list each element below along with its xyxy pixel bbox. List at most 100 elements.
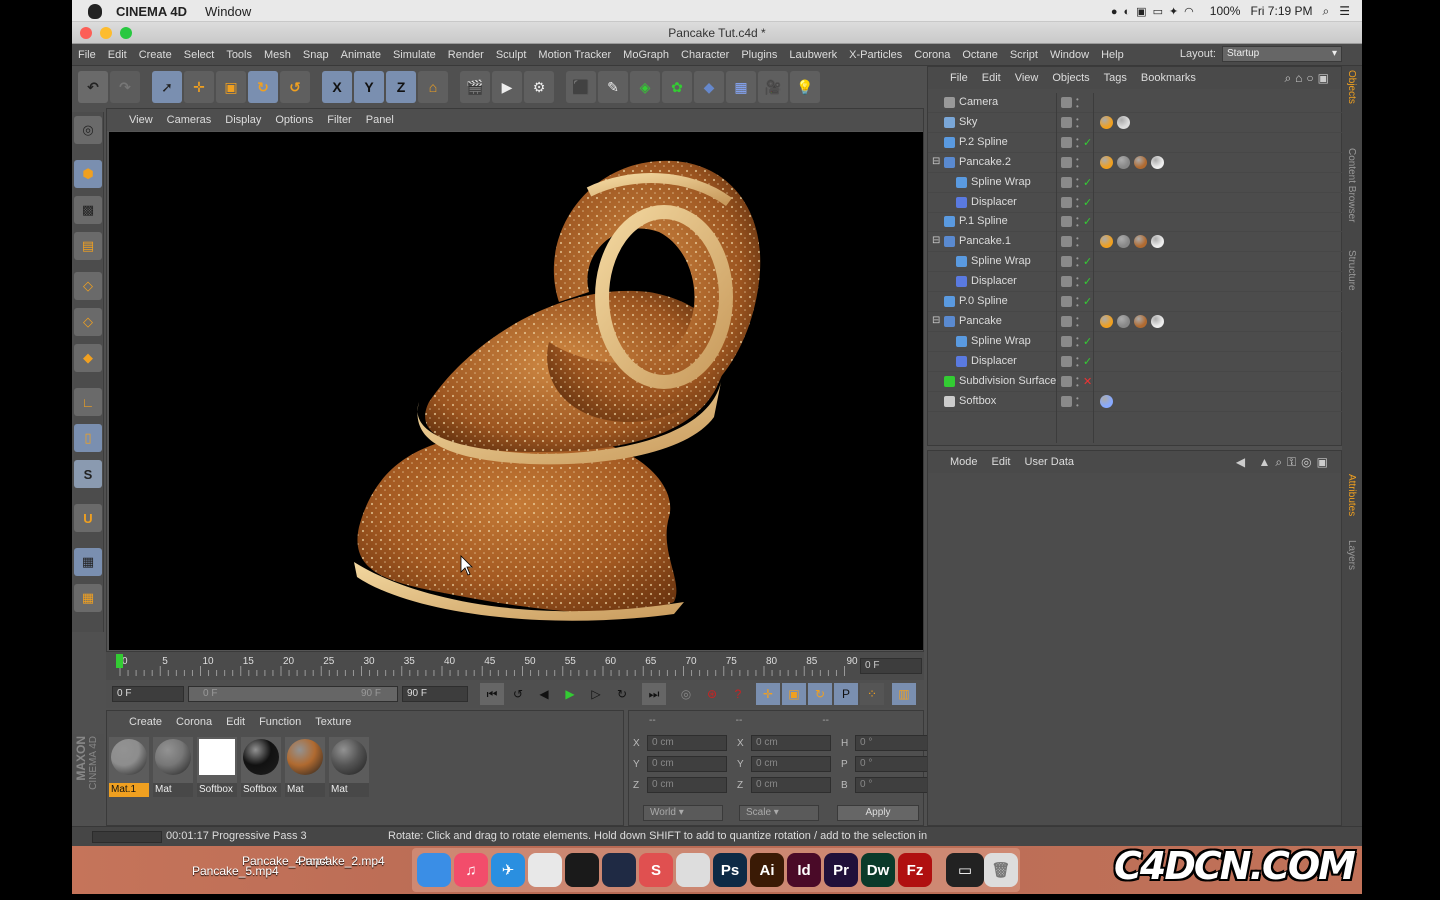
enabled-check-icon[interactable]: ✓	[1083, 136, 1092, 149]
object-row[interactable]: Displacer • • ✓	[928, 193, 1343, 213]
attribute-menu-edit[interactable]: Edit	[992, 456, 1011, 468]
end-frame-field[interactable]: 90 F	[402, 686, 468, 702]
axis-mode-icon[interactable]: ∟	[74, 388, 102, 416]
object-menu-tags[interactable]: Tags	[1104, 72, 1127, 84]
object-row[interactable]: Pancake • • ⊟	[928, 312, 1343, 332]
enabled-check-icon[interactable]: ✓	[1083, 196, 1092, 209]
object-tag-icon[interactable]	[1151, 235, 1164, 249]
apply-button[interactable]: Apply	[837, 805, 919, 821]
dock-file-2[interactable]: Pancake_2.mp4	[298, 854, 385, 868]
visibility-dots[interactable]: • •	[1076, 155, 1079, 170]
enabled-check-icon[interactable]: ✓	[1083, 355, 1092, 368]
expand-toggle-icon[interactable]: ⊟	[932, 315, 940, 326]
object-menu-bookmarks[interactable]: Bookmarks	[1141, 72, 1196, 84]
make-editable-icon[interactable]: ◎	[74, 116, 102, 144]
attribute-manager-tools[interactable]: ◀ ▲⌕⚿◎▣	[1236, 455, 1333, 470]
enabled-check-icon[interactable]: ✓	[1083, 255, 1092, 268]
visibility-dots[interactable]: • •	[1076, 394, 1079, 409]
floor-icon[interactable]: ▦	[726, 71, 756, 103]
viewport-menu-filter[interactable]: Filter	[327, 114, 351, 126]
notification-icon[interactable]: ☰	[1339, 4, 1350, 18]
object-row[interactable]: Subdivision Surface • • ✕	[928, 372, 1343, 392]
camera-icon[interactable]: 🎥	[758, 71, 788, 103]
x-axis-lock[interactable]: X	[322, 71, 352, 103]
object-row[interactable]: Spline Wrap • • ✓	[928, 332, 1343, 352]
snap-icon[interactable]: S	[74, 460, 102, 488]
planar-workplane-icon[interactable]: ▦	[74, 584, 102, 612]
menu-octane[interactable]: Octane	[956, 49, 1003, 61]
visibility-dots[interactable]: • •	[1076, 235, 1079, 250]
object-row[interactable]: Spline Wrap • • ✓	[928, 252, 1343, 273]
viewport-menu-display[interactable]: Display	[225, 114, 261, 126]
render-view-icon[interactable]: 🎬	[460, 71, 490, 103]
object-row[interactable]: Sky • •	[928, 113, 1343, 133]
render-viewport[interactable]	[109, 132, 923, 650]
subdivision-icon[interactable]: ◈	[630, 71, 660, 103]
object-row[interactable]: P.1 Spline • • ✓	[928, 212, 1343, 233]
layer-checkbox[interactable]	[1061, 335, 1072, 347]
menu-edit[interactable]: Edit	[102, 49, 133, 61]
visibility-dots[interactable]: • •	[1076, 96, 1079, 111]
object-tag-icon[interactable]	[1151, 314, 1164, 328]
key-scale-icon[interactable]: ▣	[782, 683, 806, 705]
step-back-icon[interactable]: ◀	[532, 683, 556, 705]
apple-icon[interactable]	[88, 3, 102, 19]
visibility-dots[interactable]: • •	[1076, 314, 1079, 329]
dock-app-icon[interactable]	[417, 853, 451, 887]
layer-checkbox[interactable]	[1061, 216, 1072, 228]
visibility-dots[interactable]: • •	[1076, 295, 1079, 310]
object-tag-icon[interactable]	[1117, 235, 1130, 249]
side-tab-attributes[interactable]: Attributes	[1346, 474, 1357, 516]
menu-file[interactable]: File	[72, 49, 102, 61]
play-icon[interactable]: ▶	[558, 683, 582, 705]
layer-checkbox[interactable]	[1061, 116, 1072, 128]
object-row[interactable]: P.2 Spline • • ✓	[928, 133, 1343, 153]
texture-mode-icon[interactable]: ▩	[74, 196, 102, 224]
model-mode-icon[interactable]: ⬢	[74, 160, 102, 188]
object-tag-icon[interactable]	[1100, 155, 1113, 169]
status-icons[interactable]: ●◐▣▭✦◠	[1111, 5, 1200, 18]
workplane-lock-icon[interactable]: ▦	[74, 548, 102, 576]
coord-mode-dropdown[interactable]: World ▾	[643, 805, 723, 821]
menu-create[interactable]: Create	[133, 49, 178, 61]
object-tag-icon[interactable]	[1100, 394, 1113, 408]
object-row[interactable]: Displacer • • ✓	[928, 272, 1343, 293]
dock-app-icon[interactable]: ♫	[454, 853, 488, 887]
dock-app-icon[interactable]: Dw	[861, 853, 895, 887]
material-swatch[interactable]: Mat	[285, 737, 325, 797]
dock-app-icon[interactable]	[602, 853, 636, 887]
loop-icon[interactable]: ↺	[506, 683, 530, 705]
menu-mograph[interactable]: MoGraph	[617, 49, 675, 61]
timeline-window-icon[interactable]: ▥	[892, 683, 916, 705]
layer-checkbox[interactable]	[1061, 276, 1072, 288]
attribute-menu-mode[interactable]: Mode	[950, 456, 978, 468]
object-tag-icon[interactable]	[1100, 314, 1113, 328]
expand-toggle-icon[interactable]: ⊟	[932, 235, 940, 246]
go-to-start-icon[interactable]: ⏮	[480, 683, 504, 705]
object-tag-icon[interactable]	[1117, 115, 1130, 129]
visibility-dots[interactable]: • •	[1076, 334, 1079, 349]
side-tab-objects[interactable]: Objects	[1346, 70, 1357, 104]
dock-app-icon[interactable]: S	[639, 853, 673, 887]
object-manager-tools[interactable]: ⌕⌂○▣	[1284, 71, 1333, 86]
layer-checkbox[interactable]	[1061, 315, 1072, 327]
dock-app-icon[interactable]: Id	[787, 853, 821, 887]
material-menu-texture[interactable]: Texture	[315, 716, 351, 728]
frame-range-slider[interactable]: 0 F 90 F	[188, 686, 398, 702]
magnet-icon[interactable]: U	[74, 504, 102, 532]
material-swatch[interactable]: Mat	[153, 737, 193, 797]
redo-icon[interactable]: ↷	[110, 71, 140, 103]
render-to-picture-viewer-icon[interactable]: ▶	[492, 71, 522, 103]
disabled-x-icon[interactable]: ✕	[1083, 375, 1092, 388]
menu-character[interactable]: Character	[675, 49, 735, 61]
object-tag-icon[interactable]	[1117, 314, 1130, 328]
enabled-check-icon[interactable]: ✓	[1083, 176, 1092, 189]
layer-checkbox[interactable]	[1061, 196, 1072, 208]
clock[interactable]: Fri 7:19 PM	[1250, 4, 1312, 18]
viewport-menu-view[interactable]: View	[129, 114, 153, 126]
side-tab-structure[interactable]: Structure	[1346, 250, 1357, 291]
dock-app-icon[interactable]	[528, 853, 562, 887]
enabled-check-icon[interactable]: ✓	[1083, 275, 1092, 288]
scale-icon[interactable]: ▣	[216, 71, 246, 103]
dock-app-icon[interactable]	[565, 853, 599, 887]
